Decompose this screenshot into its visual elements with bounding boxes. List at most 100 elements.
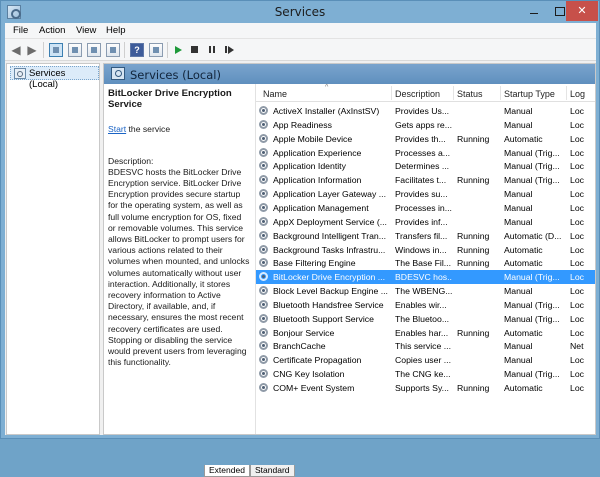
column-status[interactable]: Status <box>457 89 483 99</box>
column-divider[interactable] <box>500 86 501 100</box>
service-description-cell: Transfers fil... <box>395 230 448 241</box>
restart-service-icon[interactable] <box>222 43 236 57</box>
tab-standard[interactable]: Standard <box>250 465 295 477</box>
menu-help[interactable]: Help <box>106 25 126 36</box>
service-logon-cell: Loc <box>570 230 585 241</box>
column-divider[interactable] <box>566 86 567 100</box>
service-row[interactable]: Certificate Propagation Copies user ... Ma… <box>256 353 595 367</box>
column-description[interactable]: Description <box>395 89 440 99</box>
tree-item-services-local[interactable]: Services (Local) <box>10 66 99 90</box>
service-row[interactable]: Application Information Facilitates t... R… <box>256 173 595 187</box>
help-icon[interactable]: ? <box>130 43 144 57</box>
menu-file[interactable]: File <box>13 25 28 36</box>
service-row[interactable]: Bonjour Service Enables har... Running Auto… <box>256 326 595 340</box>
service-description-cell: Provides inf... <box>395 216 448 227</box>
service-logon-cell: Loc <box>570 147 585 158</box>
properties-list-icon[interactable] <box>68 43 82 57</box>
service-logon-cell: Loc <box>570 355 585 366</box>
services-gear-icon <box>111 67 125 80</box>
title-bar[interactable]: Services ✕ <box>1 1 599 23</box>
service-gear-icon <box>259 133 270 144</box>
service-gear-icon <box>259 313 270 324</box>
service-gear-icon <box>259 299 270 310</box>
service-row[interactable]: Block Level Backup Engine ... The WBENG..… <box>256 284 595 298</box>
service-description-cell: Processes a... <box>395 147 451 158</box>
start-service-link[interactable]: Start <box>108 124 126 134</box>
service-gear-icon <box>259 355 270 365</box>
service-name-cell: Block Level Backup Engine ... <box>273 286 388 297</box>
menu-action[interactable]: Action <box>39 25 65 36</box>
service-startup-cell: Automatic <box>504 133 543 144</box>
service-gear-icon <box>259 327 270 338</box>
service-row[interactable]: BranchCache This service ... Manual Net <box>256 339 595 353</box>
close-button[interactable]: ✕ <box>566 1 598 21</box>
service-startup-cell: Manual (Trig... <box>504 369 560 380</box>
service-row[interactable]: BitLocker Drive Encryption ... BDESVC hos… <box>256 270 595 284</box>
show-console-tree-icon[interactable] <box>49 43 63 57</box>
pause-service-icon[interactable] <box>205 43 219 57</box>
service-name-cell: Application Identity <box>273 161 346 172</box>
service-row[interactable]: CNG Key Isolation The CNG ke... Manual (Tr… <box>256 367 595 381</box>
service-name-cell: Application Information <box>273 175 362 186</box>
service-startup-cell: Manual (Trig... <box>504 175 560 186</box>
service-row[interactable]: Base Filtering Engine The Base Fil... Runn… <box>256 256 595 270</box>
service-status-cell: Running <box>457 230 490 241</box>
service-row[interactable]: AppX Deployment Service (... Provides inf… <box>256 215 595 229</box>
service-logon-cell: Loc <box>570 286 585 297</box>
service-name-cell: CNG Key Isolation <box>273 369 345 380</box>
minimize-button[interactable] <box>521 1 547 21</box>
service-description-cell: Provides th... <box>395 133 446 144</box>
start-service-icon[interactable] <box>171 43 185 57</box>
column-divider[interactable] <box>391 86 392 100</box>
service-row[interactable]: ActiveX Installer (AxInstSV) Provides Us.… <box>256 104 595 118</box>
service-logon-cell: Loc <box>570 119 585 130</box>
show-action-pane-icon[interactable] <box>149 43 163 57</box>
service-row[interactable]: Bluetooth Handsfree Service Enables wir..… <box>256 298 595 312</box>
service-status-cell: Running <box>457 175 490 186</box>
service-name-cell: App Readiness <box>273 119 332 130</box>
column-name[interactable]: Name <box>263 89 287 99</box>
service-description-cell: Provides Us... <box>395 106 450 116</box>
column-log-on-as[interactable]: Log <box>570 89 585 99</box>
service-logon-cell: Loc <box>570 299 585 310</box>
service-gear-icon <box>259 369 270 379</box>
service-row[interactable]: Application Experience Processes a... Manu… <box>256 146 595 160</box>
menu-bar: File Action View Help <box>5 23 596 39</box>
service-startup-cell: Automatic <box>504 383 543 393</box>
service-startup-cell: Manual <box>504 189 533 200</box>
service-row[interactable]: Application Layer Gateway ... Provides su… <box>256 187 595 201</box>
view-tabs: Extended Standard <box>202 465 600 477</box>
service-row[interactable]: Application Management Processes in... Man… <box>256 201 595 215</box>
service-row[interactable]: Apple Mobile Device Provides th... Running… <box>256 132 595 146</box>
service-row[interactable]: Application Identity Determines ... Manual… <box>256 159 595 173</box>
refresh-icon[interactable] <box>87 43 101 57</box>
forward-arrow-icon[interactable]: ▶ <box>25 43 39 57</box>
service-description-cell: The Base Fil... <box>395 258 452 269</box>
service-gear-icon <box>259 272 270 282</box>
service-description-cell: Copies user ... <box>395 355 452 366</box>
service-row[interactable]: App Readiness Gets apps re... Manual Loc <box>256 118 595 132</box>
service-status-cell: Running <box>457 133 490 144</box>
column-startup-type[interactable]: Startup Type <box>504 89 555 99</box>
service-row[interactable]: Bluetooth Support Service The Bluetoo... M… <box>256 312 595 326</box>
service-gear-icon <box>259 175 270 185</box>
column-divider[interactable] <box>453 86 454 100</box>
back-arrow-icon[interactable]: ◀ <box>9 43 23 57</box>
service-row[interactable]: Background Intelligent Tran... Transfers … <box>256 229 595 243</box>
window-title: Services <box>274 5 326 19</box>
service-gear-icon <box>259 106 270 116</box>
menu-view[interactable]: View <box>76 25 96 36</box>
service-description-cell: Supports Sy... <box>395 383 449 393</box>
service-action-suffix: the service <box>126 124 171 135</box>
service-row[interactable]: COM+ Event System Supports Sy... Running Au… <box>256 381 595 395</box>
tab-extended[interactable]: Extended <box>204 465 250 477</box>
service-logon-cell: Loc <box>570 106 585 116</box>
service-row[interactable]: Background Tasks Infrastru... Windows in.… <box>256 243 595 257</box>
stop-service-icon[interactable] <box>188 43 202 57</box>
service-description-cell: The CNG ke... <box>395 369 451 380</box>
selected-service-name: BitLocker Drive Encryption Service <box>108 88 232 111</box>
service-gear-icon <box>259 119 270 130</box>
export-list-icon[interactable] <box>106 43 120 57</box>
service-name-cell: BranchCache <box>273 341 326 352</box>
service-logon-cell: Loc <box>570 327 585 338</box>
